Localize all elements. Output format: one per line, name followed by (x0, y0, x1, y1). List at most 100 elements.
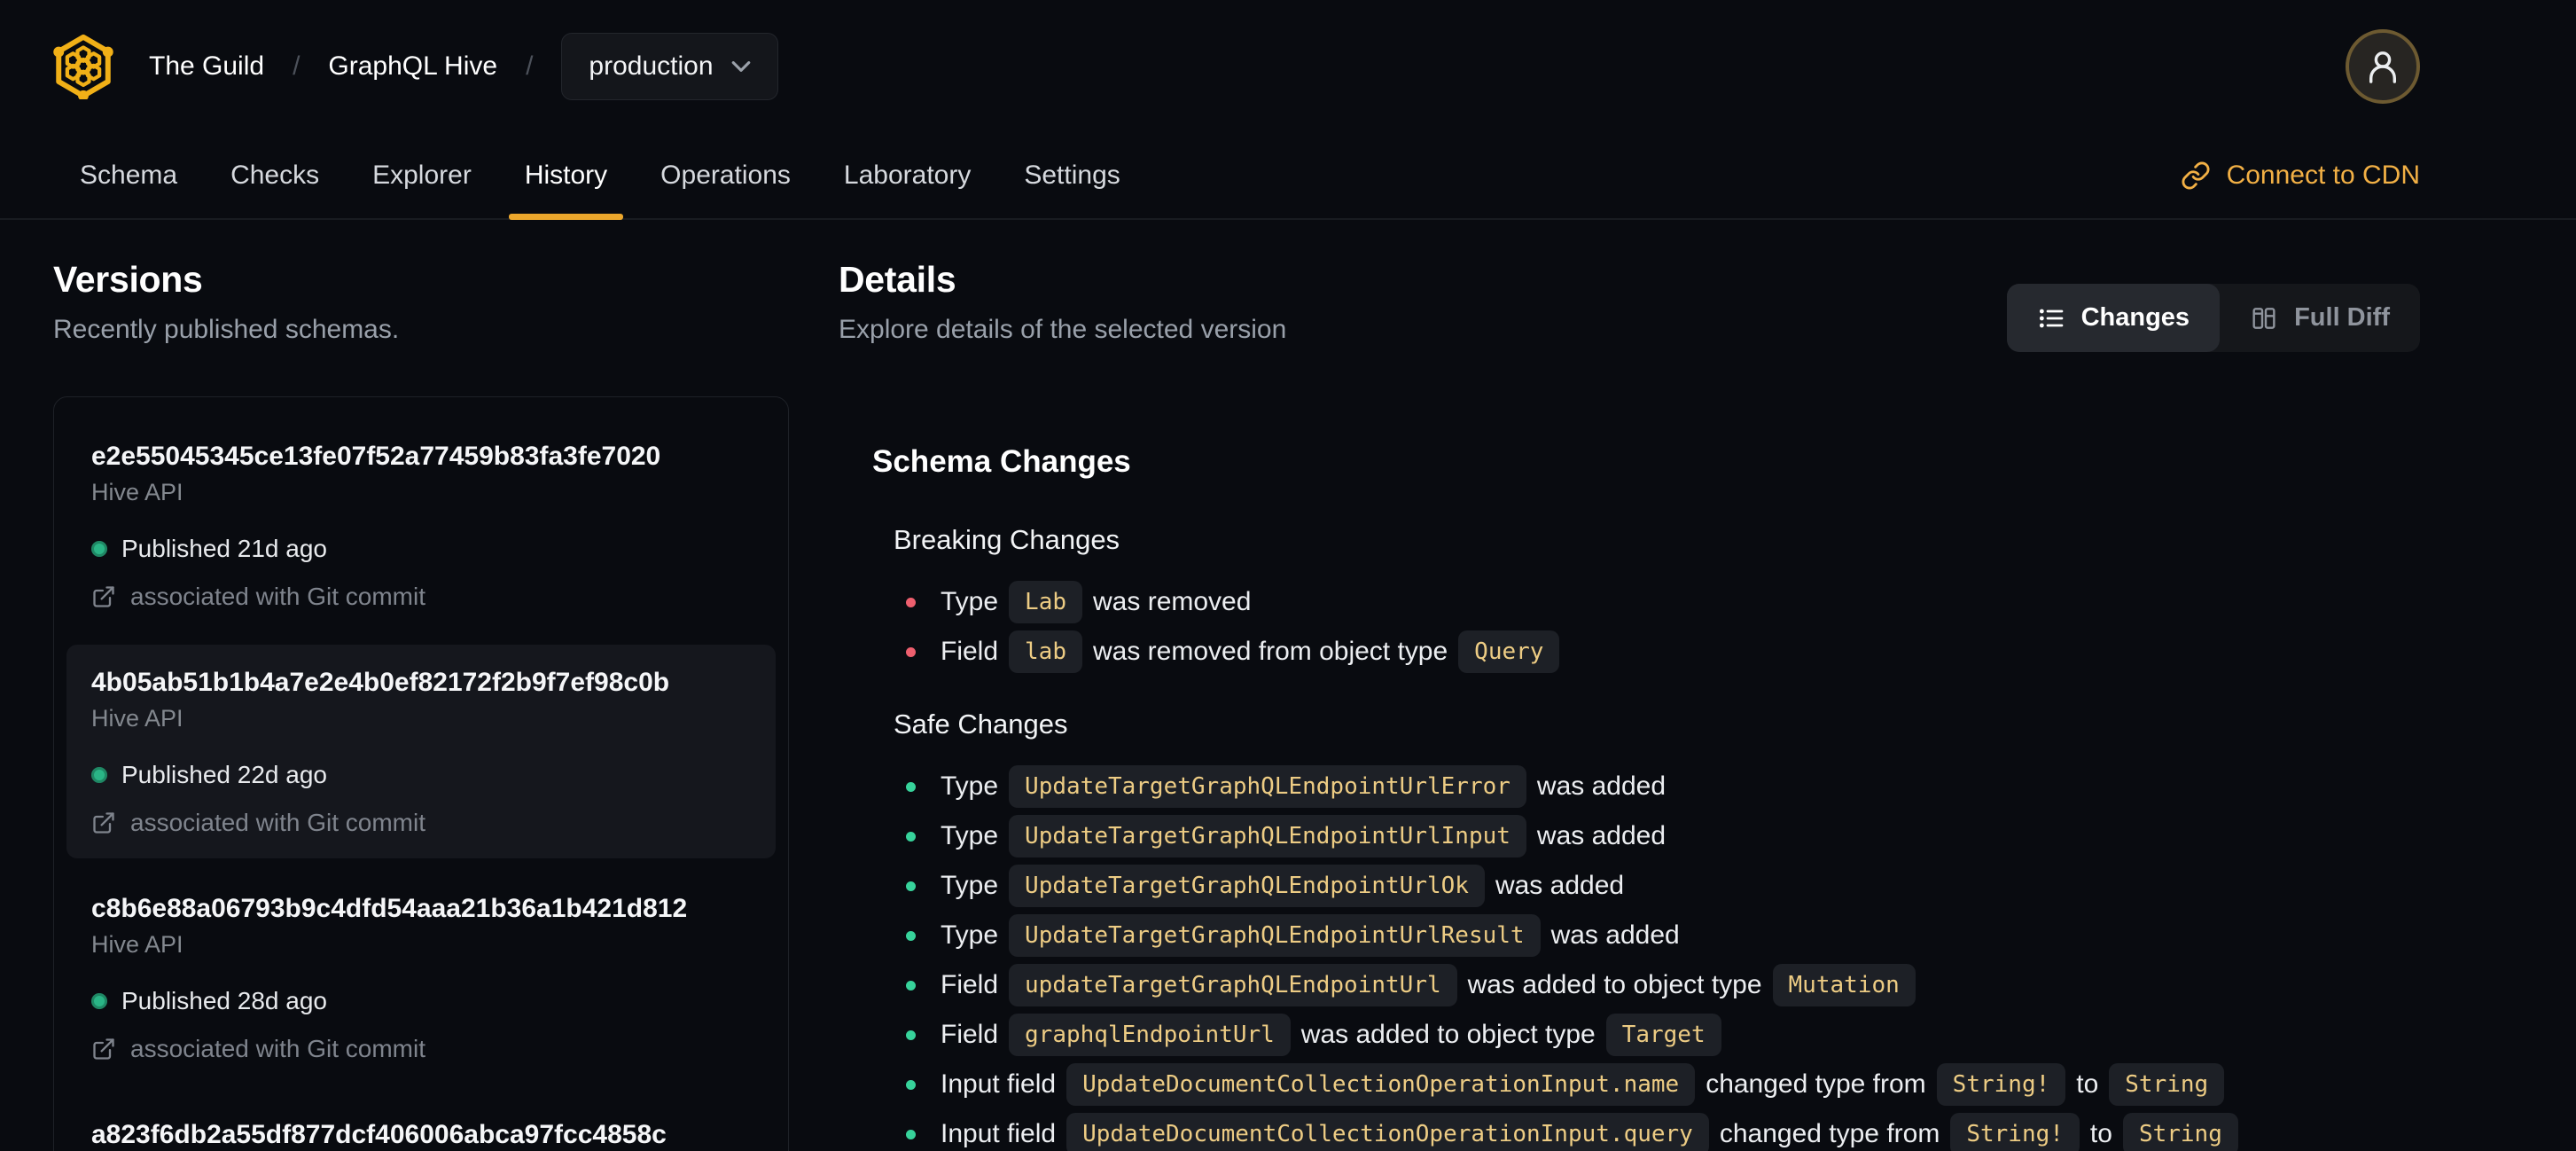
change-text: was added (1536, 771, 1667, 801)
version-list-item[interactable]: 4b05ab51b1b4a7e2e4b0ef82172f2b9f7ef98c0b… (66, 645, 776, 858)
safe-changes-title: Safe Changes (894, 709, 1068, 740)
version-service: Hive API (91, 479, 183, 505)
version-git-link[interactable]: associated with Git commit (91, 583, 751, 611)
tab-laboratory[interactable]: Laboratory (817, 133, 997, 218)
change-code-chip: Target (1605, 1014, 1721, 1056)
external-link-icon (93, 1038, 114, 1060)
version-list-item[interactable]: e2e55045345ce13fe07f52a77459b83fa3fe7020… (66, 419, 776, 632)
change-code-chip: UpdateTargetGraphQLEndpointUrlInput (1009, 815, 1526, 857)
breadcrumb-org[interactable]: The Guild (149, 51, 264, 82)
version-git-label: associated with Git commit (130, 583, 425, 610)
safe-bullet-icon (906, 930, 916, 941)
breadcrumb-separator: / (293, 51, 301, 81)
change-text: Type (941, 771, 999, 801)
schema-changes-title: Schema Changes (872, 444, 1131, 479)
version-git-link[interactable]: associated with Git commit (91, 1035, 751, 1063)
tab-bar: Schema Checks Explorer History Operations Lab… (0, 133, 2576, 220)
versions-subtitle: Recently published schemas. (53, 315, 400, 344)
change-code-chip: String! (1950, 1113, 2080, 1151)
breadcrumb-project[interactable]: GraphQL Hive (328, 51, 497, 82)
change-text: to (2089, 1119, 2112, 1148)
published-dot-icon (91, 993, 107, 1009)
details-subtitle: Explore details of the selected version (839, 315, 1287, 344)
version-status: Published 22d ago (91, 761, 751, 789)
change-text: to (2076, 1069, 2099, 1099)
hive-logo-icon[interactable] (53, 34, 113, 99)
tab-operations[interactable]: Operations (634, 133, 817, 218)
view-toggle: Changes Full Diff (2006, 284, 2420, 352)
user-icon (2369, 51, 2397, 83)
main-content: Versions Recently published schemas. e2e… (0, 220, 2576, 1151)
target-selector-value: production (589, 51, 714, 81)
safe-bullet-icon (906, 881, 916, 891)
change-code-chip: Mutation (1772, 964, 1916, 1006)
change-text: Type (941, 871, 999, 900)
versions-title: Versions (53, 259, 203, 300)
safe-changes-list: Type UpdateTargetGraphQLEndpointUrlError… (906, 763, 2420, 1151)
app-header: The Guild / GraphQL Hive / production (0, 0, 2576, 133)
safe-bullet-icon (906, 1030, 916, 1040)
schema-change-item: Input field UpdateDocumentCollectionOper… (906, 1111, 2420, 1151)
tab-schema[interactable]: Schema (53, 133, 204, 218)
version-published-text: Published 21d ago (121, 535, 327, 562)
change-text: was added (1550, 920, 1680, 950)
tab-checks[interactable]: Checks (204, 133, 346, 218)
change-code-chip: String (2109, 1063, 2225, 1106)
change-code-chip: String! (1936, 1063, 2066, 1106)
version-git-label: associated with Git commit (130, 809, 425, 836)
version-list: e2e55045345ce13fe07f52a77459b83fa3fe7020… (53, 396, 789, 1151)
change-code-chip: Lab (1009, 581, 1083, 623)
schema-change-item: Type UpdateTargetGraphQLEndpointUrlResul… (906, 912, 2420, 959)
breadcrumb-separator: / (526, 51, 534, 81)
full-diff-view-label: Full Diff (2294, 303, 2390, 332)
version-status: Published 21d ago (91, 535, 751, 563)
change-code-chip: graphqlEndpointUrl (1009, 1014, 1291, 1056)
change-code-chip: UpdateTargetGraphQLEndpointUrlResult (1009, 914, 1541, 957)
target-selector-button[interactable]: production (561, 33, 778, 100)
safe-changes-group: Safe Changes Type UpdateTargetGraphQLEndp… (872, 709, 2420, 1151)
change-text: Field (941, 970, 999, 999)
change-text: changed type from (1719, 1119, 1940, 1148)
breaking-bullet-icon (906, 597, 916, 607)
version-git-label: associated with Git commit (130, 1035, 425, 1062)
tab-explorer[interactable]: Explorer (346, 133, 498, 218)
connect-to-cdn-link[interactable]: Connect to CDN (2181, 133, 2420, 218)
details-title: Details (839, 259, 956, 300)
schema-change-item: Type Lab was removed (906, 579, 2420, 625)
safe-bullet-icon (906, 980, 916, 990)
schema-change-item: Type UpdateTargetGraphQLEndpointUrlError… (906, 763, 2420, 810)
breaking-bullet-icon (906, 646, 916, 657)
user-avatar-button[interactable] (2346, 29, 2420, 104)
change-code-chip: lab (1009, 630, 1082, 673)
change-code-chip: updateTargetGraphQLEndpointUrl (1009, 964, 1457, 1006)
full-diff-view-button[interactable]: Full Diff (2220, 284, 2420, 352)
version-published-text: Published 22d ago (121, 761, 327, 788)
version-hash: e2e55045345ce13fe07f52a77459b83fa3fe7020 (91, 442, 661, 471)
changes-view-button[interactable]: Changes (2006, 284, 2221, 352)
schema-change-item: Field graphqlEndpointUrl was added to ob… (906, 1012, 2420, 1058)
change-text: Type (941, 587, 999, 616)
connect-to-cdn-label: Connect to CDN (2226, 161, 2420, 190)
version-status: Published 28d ago (91, 987, 751, 1015)
changes-view-label: Changes (2080, 303, 2190, 332)
version-hash: c8b6e88a06793b9c4dfd54aaa21b36a1b421d812 (91, 894, 688, 923)
version-git-link[interactable]: associated with Git commit (91, 809, 751, 837)
version-list-item[interactable]: a823f6db2a55df877dcf406006abca97fcc4858c… (66, 1097, 776, 1151)
change-text: was removed from object type (1093, 637, 1448, 666)
tab-history[interactable]: History (498, 133, 634, 220)
split-columns-icon (2252, 307, 2275, 329)
change-code-chip: UpdateDocumentCollectionOperationInput.n… (1066, 1063, 1696, 1106)
version-service: Hive API (91, 705, 183, 732)
change-code-chip: UpdateTargetGraphQLEndpointUrlError (1009, 765, 1526, 808)
change-text: was removed (1093, 587, 1252, 616)
change-text: Field (941, 637, 999, 666)
change-text: Input field (941, 1069, 1057, 1099)
version-service: Hive API (91, 931, 183, 958)
version-list-item[interactable]: c8b6e88a06793b9c4dfd54aaa21b36a1b421d812… (66, 871, 776, 1084)
chevron-down-icon (731, 61, 750, 72)
tab-settings[interactable]: Settings (997, 133, 1146, 218)
list-lines-icon (2039, 309, 2063, 327)
safe-bullet-icon (906, 1079, 916, 1090)
details-panel: Details Explore details of the selected … (839, 259, 2420, 1151)
change-code-chip: Query (1458, 630, 1560, 673)
